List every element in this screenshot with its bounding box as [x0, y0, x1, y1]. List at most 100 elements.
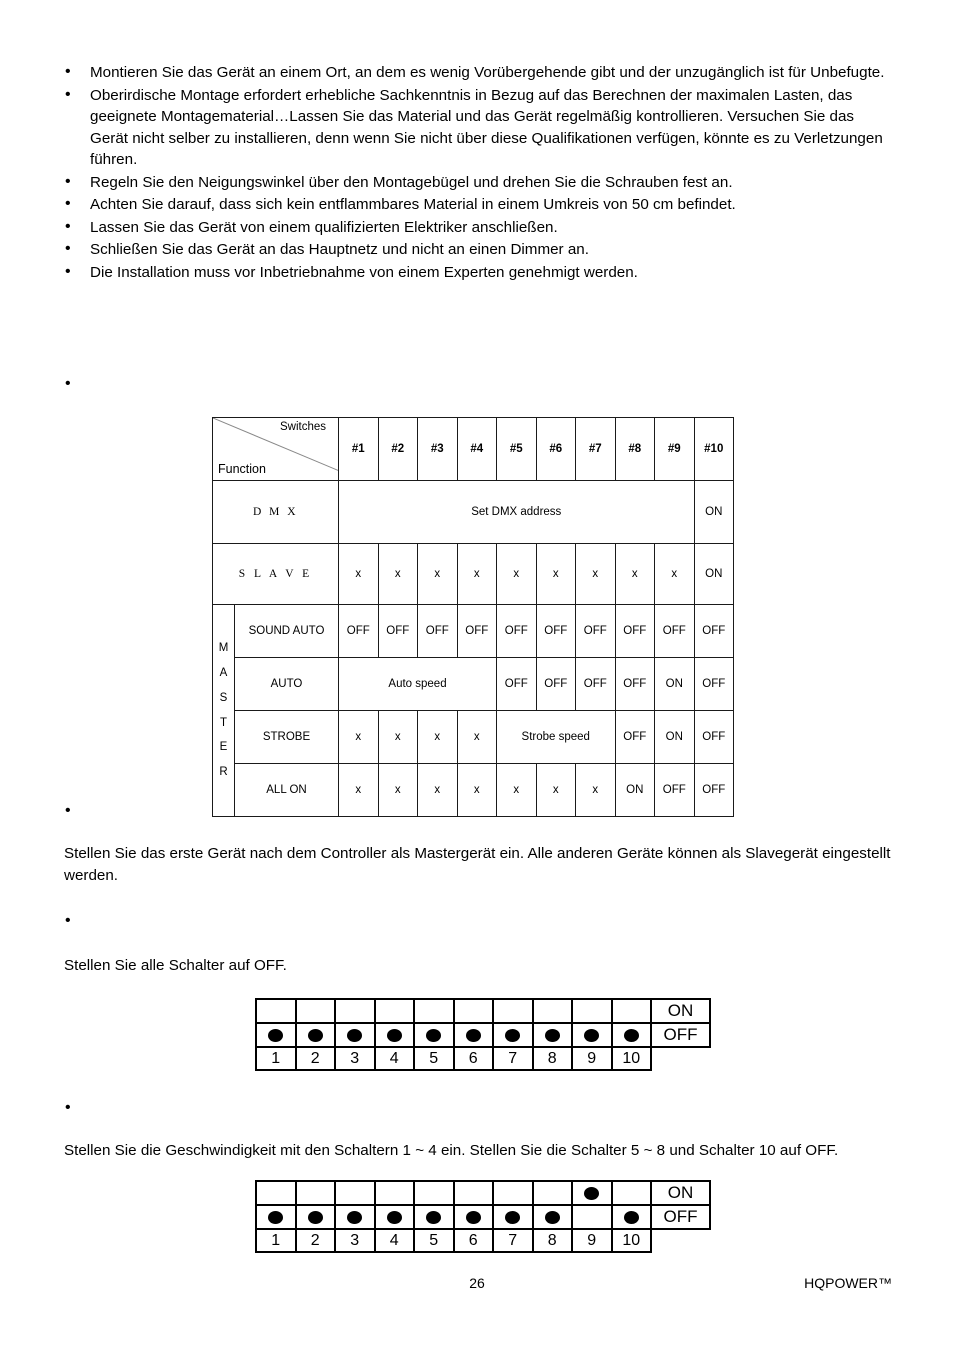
dip2-sw1-off[interactable]: [255, 1204, 297, 1230]
sound-auto-switch-10: OFF: [693, 604, 734, 658]
dip2-sw8-off[interactable]: [531, 1204, 573, 1230]
dip2-sw10-off[interactable]: [610, 1204, 652, 1230]
dip2-sw1-on[interactable]: [255, 1180, 297, 1206]
dip1-sw9-off[interactable]: [571, 1022, 613, 1048]
dip2-sw7-on[interactable]: [492, 1180, 534, 1206]
dip2-sw2-off[interactable]: [294, 1204, 336, 1230]
dip2-on-row: ON: [255, 1180, 711, 1206]
dip2-on-label: ON: [650, 1180, 711, 1206]
dip1-sw8-on[interactable]: [531, 998, 573, 1024]
dip2-sw3-off[interactable]: [334, 1204, 376, 1230]
dip1-num-10: 10: [610, 1046, 652, 1071]
all-on-switch-3: x: [417, 763, 458, 817]
master-letter-t: T: [219, 716, 228, 729]
dip2-sw5-dot: [426, 1210, 442, 1224]
strobe-switch-2: x: [377, 710, 418, 764]
table-header-row: Switches Function #1 #2 #3 #4 #5 #6 #7 #…: [212, 417, 734, 481]
dip1-sw2-on[interactable]: [294, 998, 336, 1024]
sound-auto-switch-9: OFF: [654, 604, 695, 658]
dip2-sw5-on[interactable]: [413, 1180, 455, 1206]
slave-switch-5: x: [496, 543, 537, 605]
switch-header-8: #8: [614, 417, 655, 481]
dip1-sw4-dot: [386, 1028, 402, 1042]
dip1-sw4-off[interactable]: [373, 1022, 415, 1048]
dip1-sw5-off[interactable]: [413, 1022, 455, 1048]
dip2-off-label: OFF: [650, 1204, 711, 1230]
paragraph-master-slave: Stellen Sie das erste Gerät nach dem Con…: [64, 845, 891, 884]
slave-switch-9: x: [654, 543, 695, 605]
slave-switch-4: x: [456, 543, 497, 605]
dip1-sw8-off[interactable]: [531, 1022, 573, 1048]
dip1-sw6-on[interactable]: [452, 998, 494, 1024]
sound-auto-switch-2: OFF: [377, 604, 418, 658]
dip2-sw10-on[interactable]: [610, 1180, 652, 1206]
dip1-sw3-on[interactable]: [334, 998, 376, 1024]
list-item: Achten Sie darauf, dass sich kein entfla…: [62, 193, 890, 216]
dip2-number-row: 1 2 3 4 5 6 7 8 9 10: [255, 1228, 710, 1253]
dip2-sw3-on[interactable]: [334, 1180, 376, 1206]
dip1-sw10-off[interactable]: [610, 1022, 652, 1048]
dip2-sw9-off[interactable]: [571, 1204, 613, 1230]
all-on-switch-7: x: [575, 763, 616, 817]
switch-header-6: #6: [535, 417, 576, 481]
dip2-sw6-on[interactable]: [452, 1180, 494, 1206]
dip1-sw2-off[interactable]: [294, 1022, 336, 1048]
list-item: Die Installation muss vor Inbetriebnahme…: [62, 261, 890, 284]
dip1-sw3-off[interactable]: [334, 1022, 376, 1048]
dip1-off-row: OFF: [255, 1022, 711, 1048]
list-item: Montieren Sie das Gerät an einem Ort, an…: [62, 61, 890, 84]
dip-switch-diagram-2: ON OFF 1 2 3 4 5 6 7 8 9 10: [255, 1180, 711, 1253]
auto-switch-7: OFF: [575, 657, 616, 711]
paragraph-speed: Stellen Sie die Geschwindigkeit mit den …: [64, 1142, 839, 1159]
strobe-switch-9: ON: [654, 710, 695, 764]
dip2-num-1: 1: [255, 1228, 297, 1253]
all-on-switch-2: x: [377, 763, 418, 817]
dip2-sw3-dot: [347, 1210, 363, 1224]
dip2-sw2-on[interactable]: [294, 1180, 336, 1206]
master-letter-s: S: [219, 691, 228, 704]
dip1-sw2-dot: [307, 1028, 323, 1042]
dip1-sw6-dot: [465, 1028, 481, 1042]
dip1-sw10-dot: [623, 1028, 639, 1042]
all-on-switch-5: x: [496, 763, 537, 817]
sound-auto-switch-5: OFF: [496, 604, 537, 658]
dip1-sw7-on[interactable]: [492, 998, 534, 1024]
dip1-sw5-dot: [426, 1028, 442, 1042]
dip2-sw8-on[interactable]: [531, 1180, 573, 1206]
dip1-sw5-on[interactable]: [413, 998, 455, 1024]
master-letter-a: A: [219, 666, 228, 679]
dip1-sw1-on[interactable]: [255, 998, 297, 1024]
dip1-sw10-on[interactable]: [610, 998, 652, 1024]
dip1-sw1-dot: [268, 1028, 284, 1042]
auto-switch-6: OFF: [535, 657, 576, 711]
safety-instructions-list: Montieren Sie das Gerät an einem Ort, an…: [62, 61, 890, 284]
function-label: Function: [218, 462, 266, 476]
dip1-sw7-off[interactable]: [492, 1022, 534, 1048]
dip2-sw6-off[interactable]: [452, 1204, 494, 1230]
dip2-sw4-on[interactable]: [373, 1180, 415, 1206]
dip2-sw5-off[interactable]: [413, 1204, 455, 1230]
row-label-master: M A S T E R: [212, 604, 235, 817]
dip1-sw6-off[interactable]: [452, 1022, 494, 1048]
list-item: Lassen Sie das Gerät von einem qualifizi…: [62, 216, 890, 239]
strobe-switch-1: x: [338, 710, 379, 764]
dip2-num-10: 10: [610, 1228, 652, 1253]
dmx-switch-10: ON: [693, 480, 734, 544]
dip1-sw4-on[interactable]: [373, 998, 415, 1024]
bullet-marker-all-off: [65, 913, 71, 929]
dip2-sw7-dot: [505, 1210, 521, 1224]
dip1-number-row: 1 2 3 4 5 6 7 8 9 10: [255, 1046, 710, 1071]
all-on-switch-10: OFF: [693, 763, 734, 817]
all-on-switch-1: x: [338, 763, 379, 817]
dip2-sw7-off[interactable]: [492, 1204, 534, 1230]
dip1-sw1-off[interactable]: [255, 1022, 297, 1048]
all-on-switch-8: ON: [614, 763, 655, 817]
sound-auto-switch-7: OFF: [575, 604, 616, 658]
dip2-sw9-on[interactable]: [571, 1180, 613, 1206]
slave-switch-6: x: [535, 543, 576, 605]
dip2-sw4-off[interactable]: [373, 1204, 415, 1230]
dip2-off-row: OFF: [255, 1204, 711, 1230]
dip1-sw9-on[interactable]: [571, 998, 613, 1024]
table-row-auto: AUTO Auto speed OFF OFF OFF OFF ON OFF: [213, 657, 734, 711]
table-row-all-on: ALL ON x x x x x x x ON OFF OFF: [213, 763, 734, 817]
